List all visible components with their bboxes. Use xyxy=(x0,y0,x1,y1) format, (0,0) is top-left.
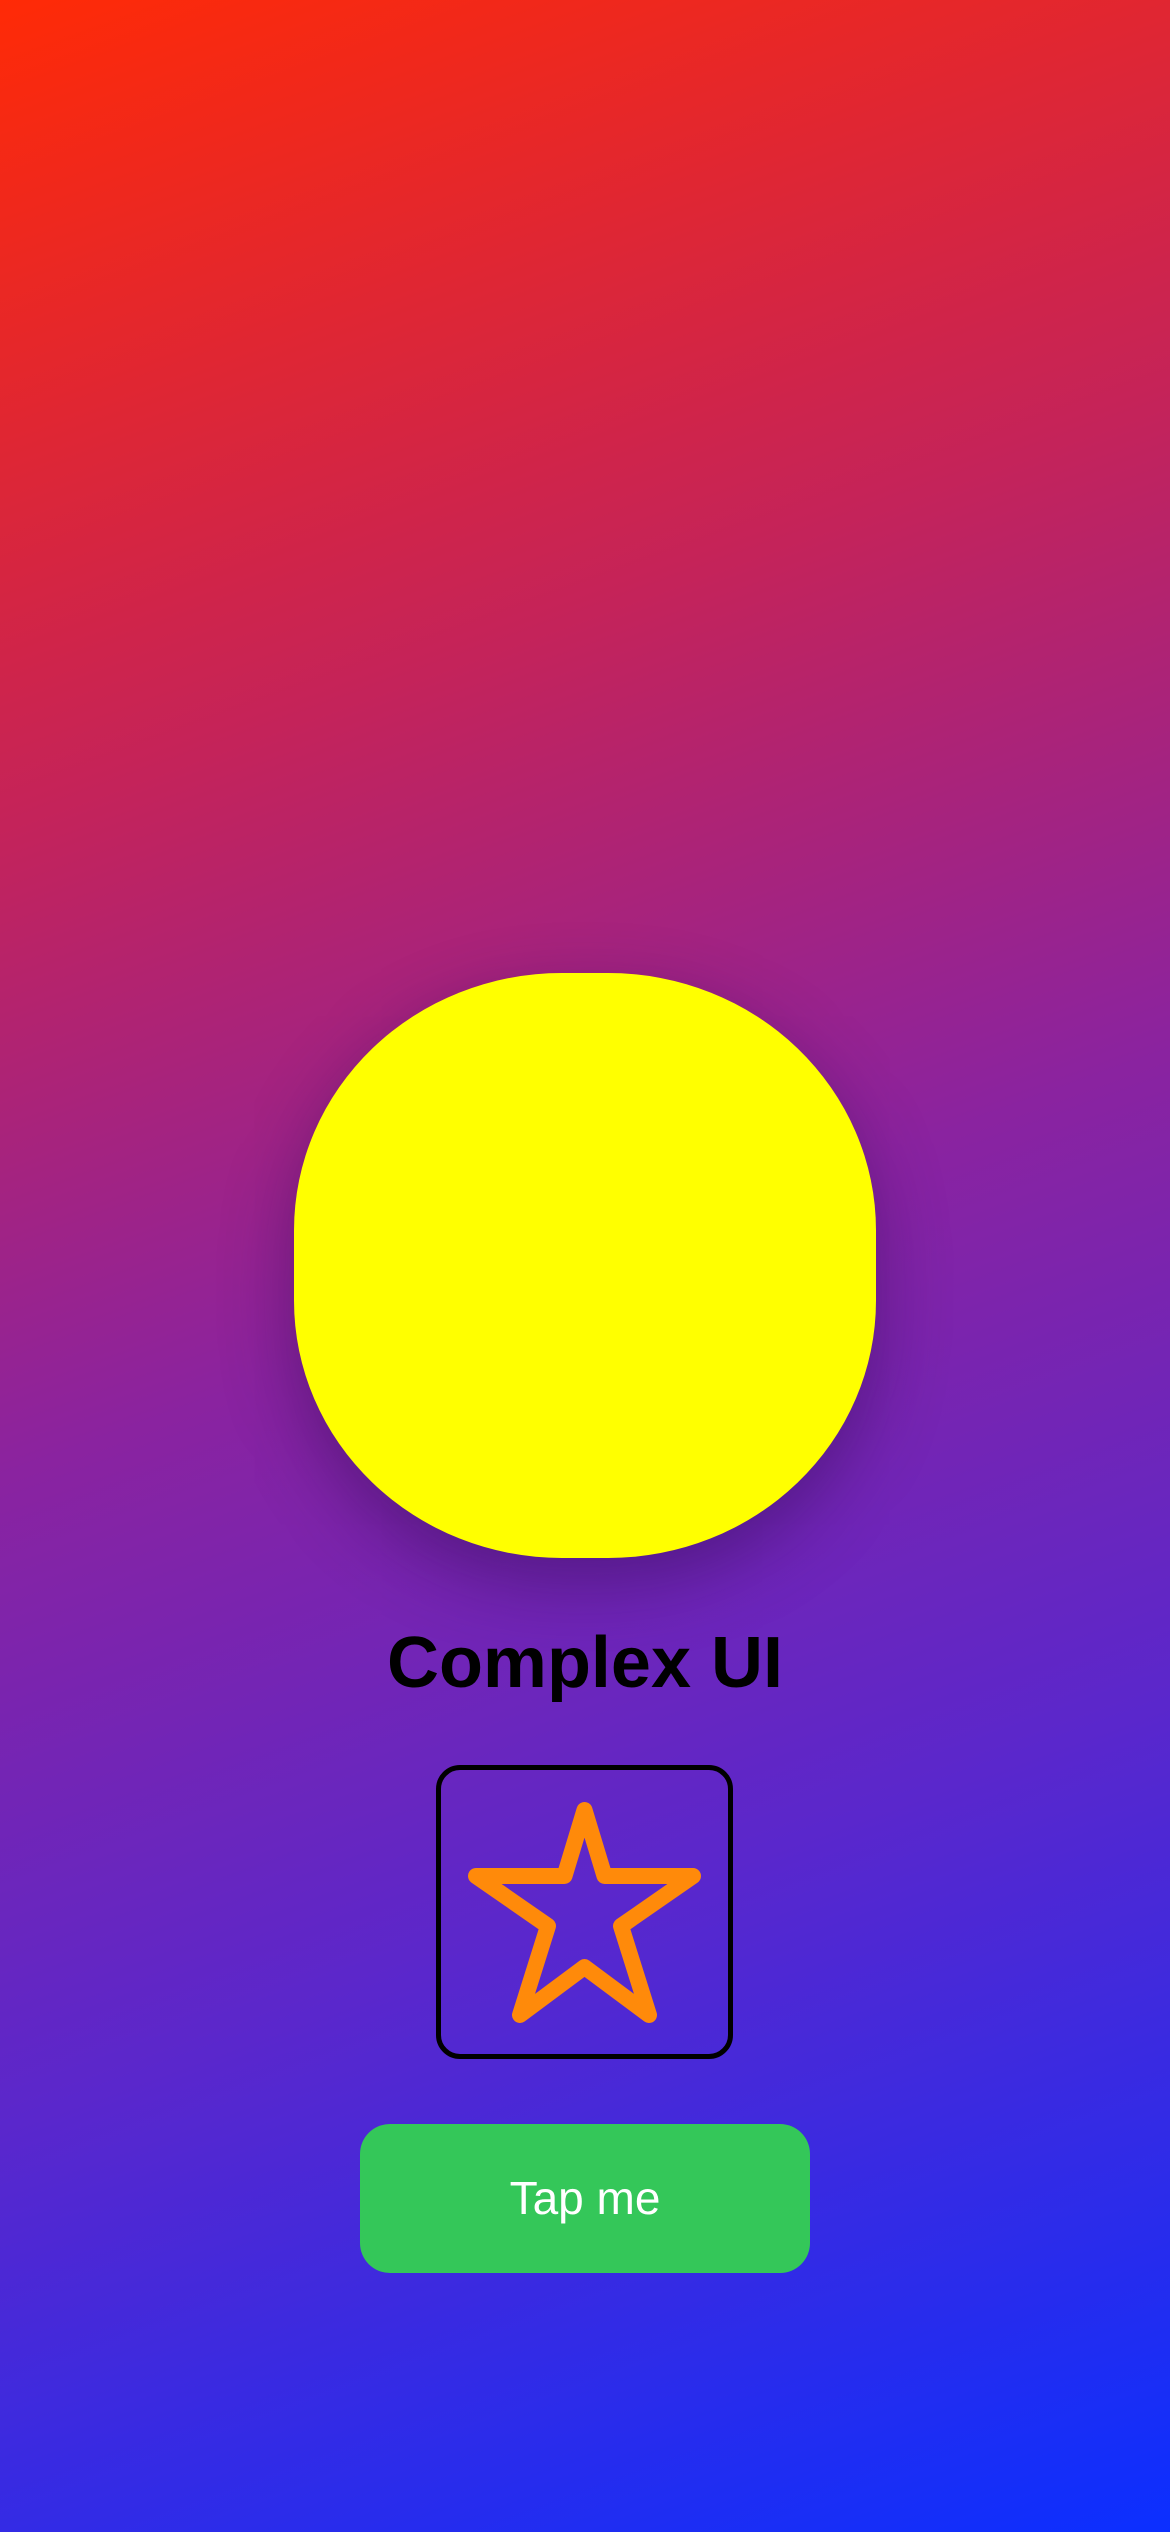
star-outline xyxy=(468,1802,701,2023)
page-title: Complex UI xyxy=(386,1623,784,1703)
star-icon xyxy=(468,1802,701,2023)
gradient-background: Complex UI Tap me xyxy=(0,0,1170,2532)
tap-me-button[interactable]: Tap me xyxy=(360,2124,810,2273)
yellow-squircle-shape xyxy=(294,973,876,1558)
star-frame xyxy=(436,1765,733,2059)
